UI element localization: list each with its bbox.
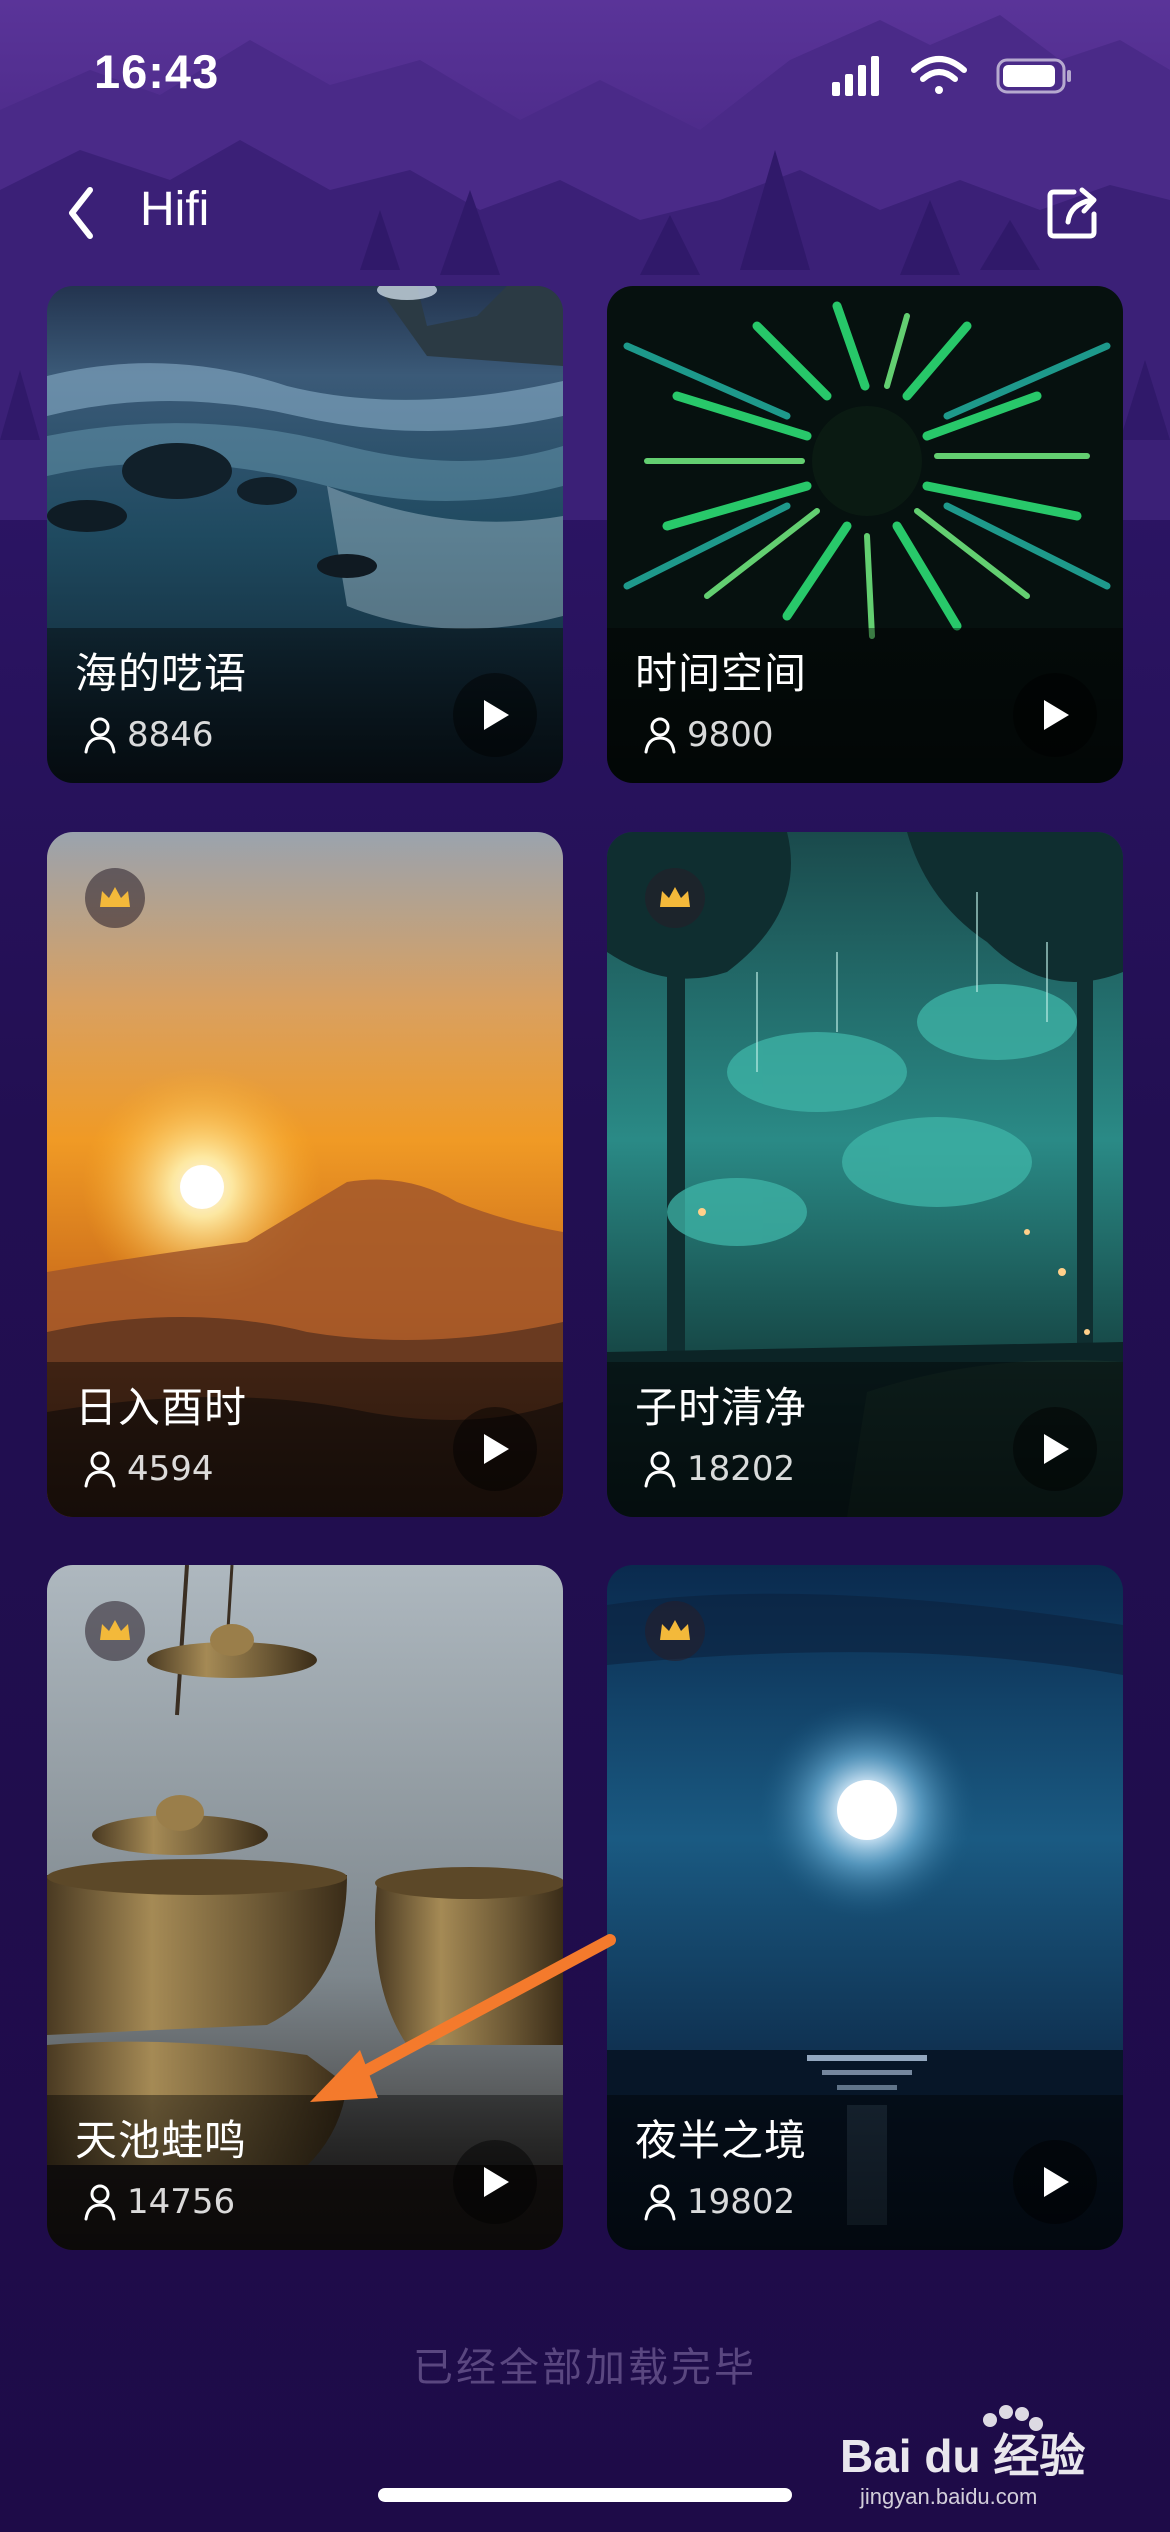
card-title: 日入酉时 (75, 1383, 248, 1432)
person-icon (84, 1451, 116, 1488)
chevron-left-icon[interactable] (58, 178, 108, 248)
person-icon (84, 2184, 116, 2221)
premium-badge (85, 868, 145, 928)
soundscape-card[interactable]: 夜半之境 19802 (607, 1565, 1123, 2250)
play-count-value: 9800 (687, 715, 774, 755)
play-count: 9800 (643, 711, 774, 759)
share-icon[interactable] (1038, 178, 1108, 248)
watermark-logo: Bai du 经验 (840, 2430, 1085, 2482)
play-count-value: 18202 (687, 1449, 796, 1489)
card-title: 时间空间 (635, 649, 808, 698)
person-icon (644, 2184, 676, 2221)
play-icon (484, 2167, 509, 2197)
end-of-list-text: 已经全部加载完毕 (413, 2345, 757, 2391)
play-button[interactable] (453, 1407, 537, 1491)
status-time: 16:43 (94, 45, 220, 98)
play-count: 19802 (643, 2178, 795, 2226)
play-icon (484, 1434, 509, 1464)
cellular-signal-icon (832, 56, 879, 96)
card-title: 海的呓语 (75, 649, 248, 698)
play-button[interactable] (1013, 673, 1097, 757)
play-count: 14756 (83, 2178, 235, 2226)
crown-icon (100, 887, 130, 907)
play-button[interactable] (453, 673, 537, 757)
play-count-value: 8846 (127, 715, 214, 755)
play-count-value: 14756 (127, 2182, 236, 2222)
premium-badge (645, 868, 705, 928)
person-icon (84, 717, 116, 754)
premium-badge (645, 1601, 705, 1661)
play-button[interactable] (1013, 2140, 1097, 2224)
baidu-jingyan-watermark: Bai du 经验 jingyan.baidu.com (840, 2405, 1085, 2509)
play-count: 18202 (643, 1445, 795, 1493)
play-icon (1044, 700, 1069, 730)
soundscape-card[interactable]: 海的呓语 8846 (47, 286, 563, 783)
home-indicator[interactable] (378, 2488, 792, 2502)
play-count-value: 4594 (127, 1449, 214, 1489)
watermark-url: jingyan.baidu.com (859, 2484, 1037, 2509)
status-bar: 16:43 (0, 0, 1170, 150)
wifi-icon (911, 56, 967, 94)
soundscape-card[interactable]: 时间空间 9800 (607, 286, 1123, 783)
person-icon (644, 717, 676, 754)
premium-badge (85, 1601, 145, 1661)
crown-icon (660, 887, 690, 907)
card-title: 天池蛙鸣 (75, 2116, 248, 2165)
play-button[interactable] (453, 2140, 537, 2224)
status-icons (832, 56, 1071, 96)
annotation-arrow-icon (310, 1934, 616, 2102)
soundscape-card[interactable]: 日入酉时 4594 (47, 832, 563, 1517)
crown-icon (100, 1620, 130, 1640)
play-icon (1044, 2167, 1069, 2197)
battery-icon (996, 58, 1071, 94)
app-screen: 16:43 Hifi 海的呓语 8846 时间空间 9800 日入酉时 4594… (0, 0, 1170, 2532)
card-title: 夜半之境 (635, 2116, 808, 2165)
play-icon (484, 700, 509, 730)
play-count: 8846 (83, 711, 214, 759)
play-icon (1044, 1434, 1069, 1464)
soundscape-card[interactable]: 子时清净 18202 (607, 832, 1123, 1517)
crown-icon (660, 1620, 690, 1640)
play-button[interactable] (1013, 1407, 1097, 1491)
play-count-value: 19802 (687, 2182, 796, 2222)
page-title: Hifi (140, 183, 210, 236)
navigation-bar: Hifi (0, 160, 1170, 270)
play-count: 4594 (83, 1445, 214, 1493)
card-title: 子时清净 (635, 1383, 808, 1432)
person-icon (644, 1451, 676, 1488)
